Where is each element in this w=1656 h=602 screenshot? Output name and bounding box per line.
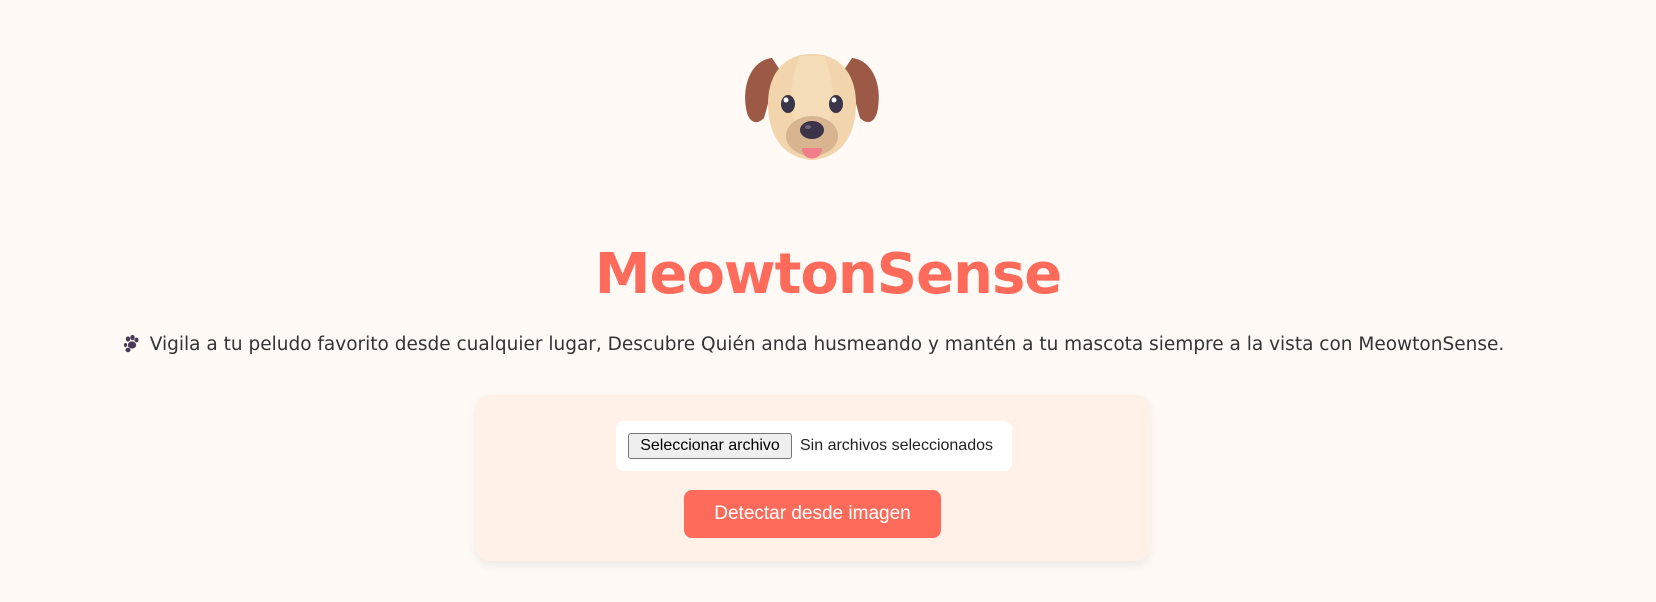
file-input[interactable]: Seleccionar archivo Sin archivos selecci… bbox=[616, 421, 1012, 471]
page-title: MeowtonSense bbox=[594, 242, 1063, 307]
select-file-button[interactable]: Seleccionar archivo bbox=[628, 433, 792, 459]
page: MeowtonSense Vigila a tu peludo favorito… bbox=[0, 0, 1656, 602]
dog-face-icon bbox=[745, 54, 879, 160]
paw-prints-icon bbox=[123, 334, 139, 353]
upload-panel: Seleccionar archivo Sin archivos selecci… bbox=[476, 395, 1150, 561]
file-status-text: Sin archivos seleccionados bbox=[800, 437, 993, 454]
subtitle-text: Vigila a tu peludo favorito desde cualqu… bbox=[149, 334, 1505, 355]
page-subtitle: Vigila a tu peludo favorito desde cualqu… bbox=[0, 330, 1626, 360]
detect-button[interactable]: Detectar desde imagen bbox=[684, 490, 941, 538]
